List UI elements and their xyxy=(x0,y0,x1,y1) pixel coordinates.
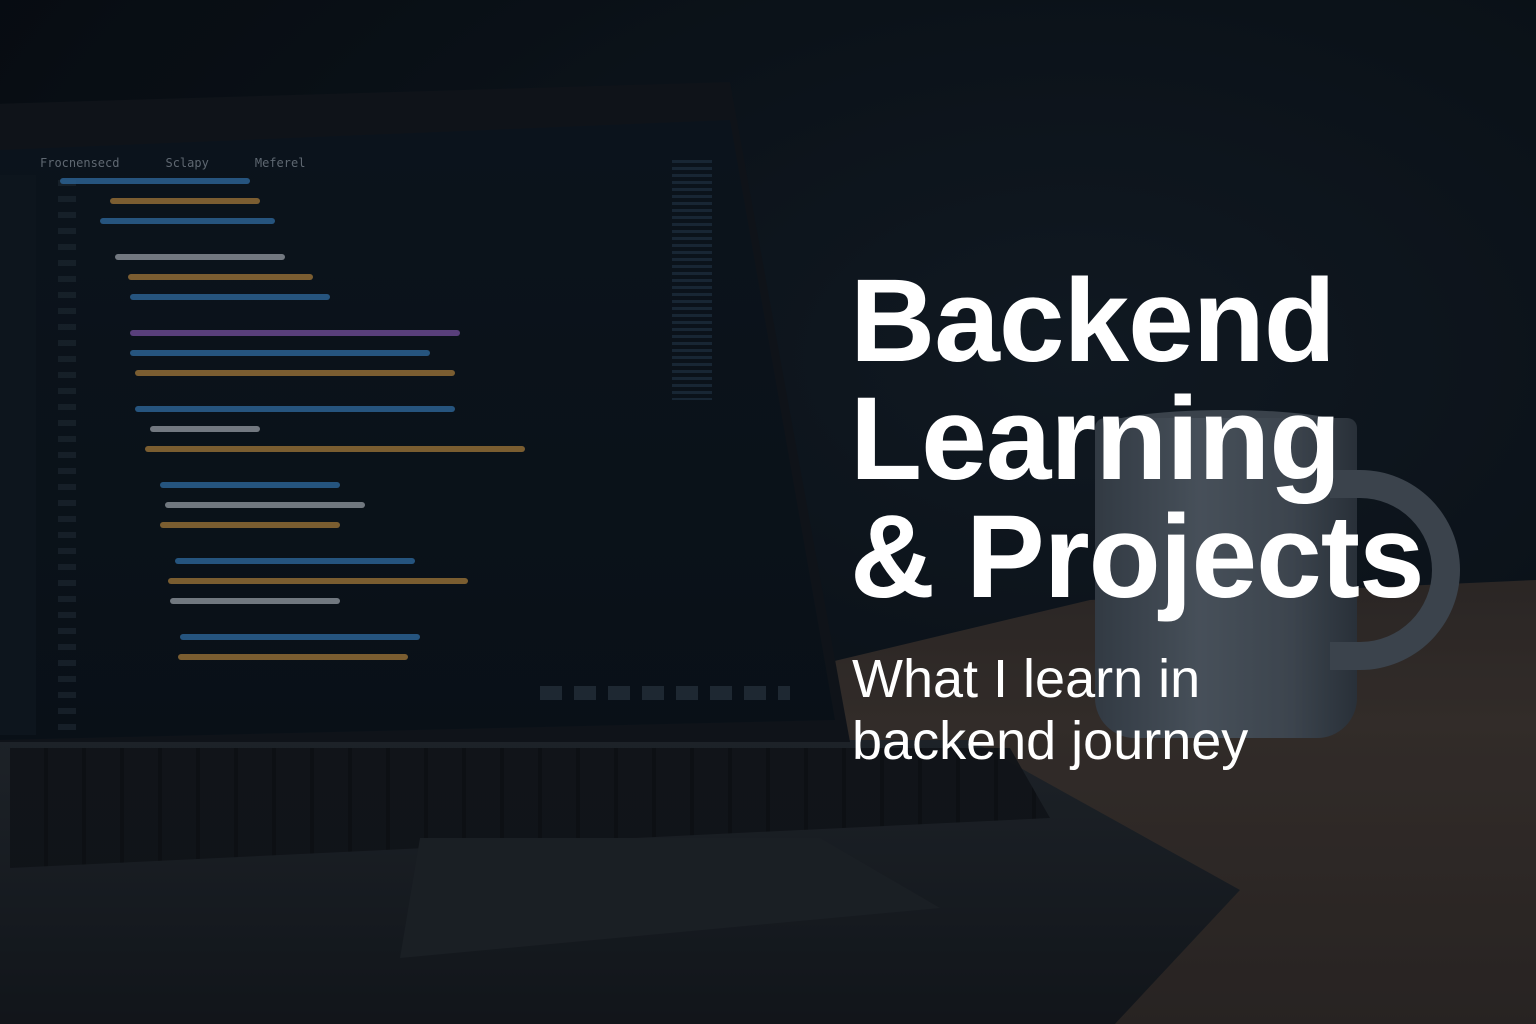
subtitle-line: backend journey xyxy=(852,711,1249,771)
headline-line: Learning xyxy=(850,373,1341,505)
headline-line: & Projects xyxy=(850,491,1425,623)
subtitle: What I learn in backend journey xyxy=(852,648,1452,772)
headline-line: Backend xyxy=(850,255,1336,387)
subtitle-line: What I learn in xyxy=(852,649,1201,709)
headline: Backend Learning & Projects xyxy=(850,262,1490,616)
